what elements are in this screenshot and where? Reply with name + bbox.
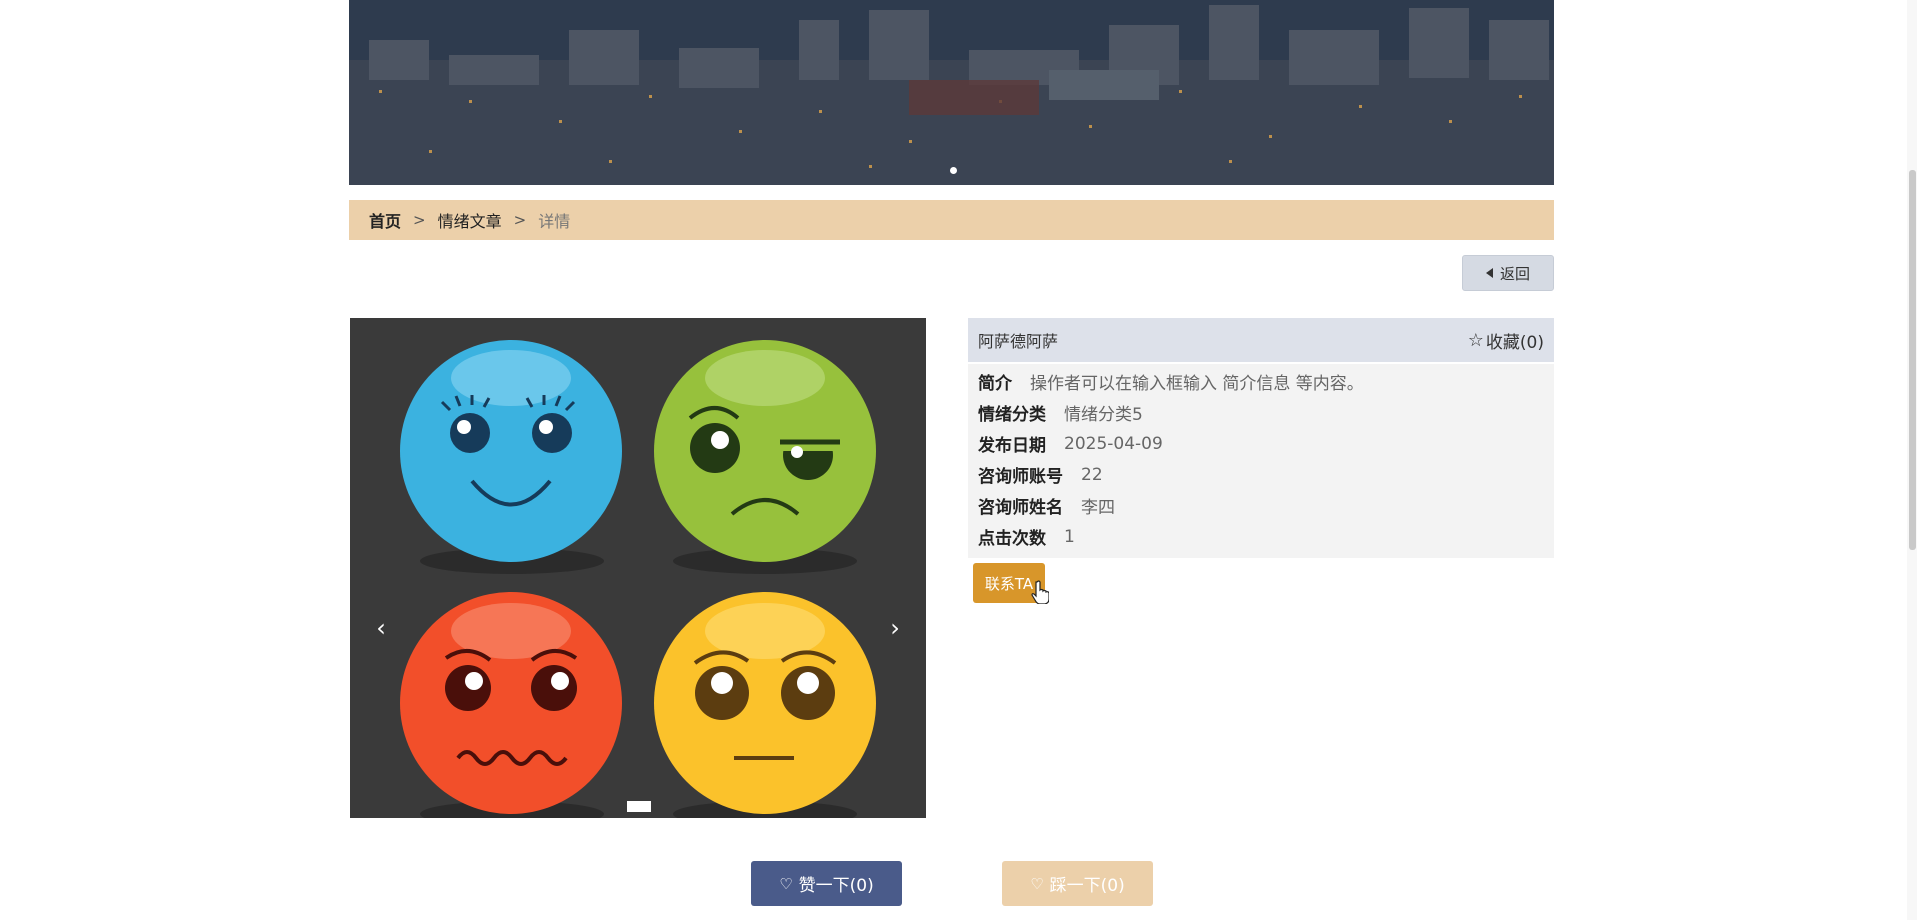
panel-header: 阿萨德阿萨 ☆ 收藏(0) — [968, 318, 1554, 362]
field-label: 咨询师账号 — [978, 467, 1063, 487]
scrollbar-thumb[interactable] — [1909, 170, 1916, 550]
field-value: 情绪分类5 — [1064, 405, 1143, 425]
chevron-right-icon: › — [890, 614, 900, 642]
breadcrumb: 首页 > 情绪文章 > 详情 — [349, 200, 1554, 240]
article-detail-panel: 阿萨德阿萨 ☆ 收藏(0) 简介 操作者可以在输入框输入 简介信息 等内容。 情… — [968, 318, 1554, 604]
carousel-indicator[interactable] — [627, 801, 651, 812]
field-value: 1 — [1064, 526, 1075, 547]
breadcrumb-home[interactable]: 首页 — [369, 208, 401, 232]
breadcrumb-separator: > — [513, 211, 527, 229]
breadcrumb-section[interactable]: 情绪文章 — [438, 208, 502, 232]
field-value: 操作者可以在输入框输入 简介信息 等内容。 — [1030, 374, 1364, 394]
caret-left-icon — [1485, 268, 1493, 278]
carousel-next-button[interactable]: › — [883, 608, 907, 648]
breadcrumb-current: 详情 — [538, 212, 571, 231]
favorite-button[interactable]: ☆ 收藏(0) — [1468, 328, 1544, 353]
field-publish-date: 发布日期 2025-04-09 — [968, 428, 1554, 459]
banner-indicator-dot[interactable] — [950, 167, 957, 174]
field-value: 2025-04-09 — [1064, 433, 1163, 454]
field-click-count: 点击次数 1 — [968, 521, 1554, 552]
field-label: 情绪分类 — [978, 405, 1046, 425]
thumbs-up-icon: ♡ — [779, 874, 793, 893]
like-label: 赞一下(0) — [798, 876, 874, 896]
city-night-skyline — [349, 0, 1554, 185]
back-button-label: 返回 — [1499, 264, 1530, 283]
field-value: 22 — [1081, 464, 1103, 485]
image-carousel: ‹ › — [350, 318, 926, 818]
chevron-left-icon: ‹ — [376, 614, 386, 642]
field-label: 简介 — [978, 374, 1012, 394]
field-label: 发布日期 — [978, 436, 1046, 456]
like-button[interactable]: ♡ 赞一下(0) — [751, 861, 902, 906]
field-category: 情绪分类 情绪分类5 — [968, 397, 1554, 428]
field-label: 点击次数 — [978, 529, 1046, 549]
field-counselor-name: 咨询师姓名 李四 — [968, 490, 1554, 521]
breadcrumb-separator: > — [413, 211, 426, 229]
dislike-label: 踩一下(0) — [1049, 876, 1125, 896]
favorite-label: 收藏(0) — [1485, 332, 1544, 353]
field-value: 李四 — [1081, 498, 1115, 518]
hand-cursor-icon — [1031, 580, 1049, 604]
banner-image — [349, 0, 1554, 185]
dislike-button[interactable]: ♡ 踩一下(0) — [1002, 861, 1153, 906]
article-fields: 简介 操作者可以在输入框输入 简介信息 等内容。 情绪分类 情绪分类5 发布日期… — [968, 364, 1554, 558]
field-label: 咨询师姓名 — [978, 498, 1063, 518]
back-button[interactable]: 返回 — [1462, 255, 1554, 291]
field-intro: 简介 操作者可以在输入框输入 简介信息 等内容。 — [968, 366, 1554, 397]
field-counselor-account: 咨询师账号 22 — [968, 459, 1554, 490]
article-title: 阿萨德阿萨 — [978, 332, 1059, 351]
emoji-faces-image — [350, 318, 926, 818]
carousel-prev-button[interactable]: ‹ — [369, 608, 393, 648]
star-icon: ☆ — [1467, 329, 1484, 351]
thumbs-down-icon: ♡ — [1030, 874, 1044, 893]
